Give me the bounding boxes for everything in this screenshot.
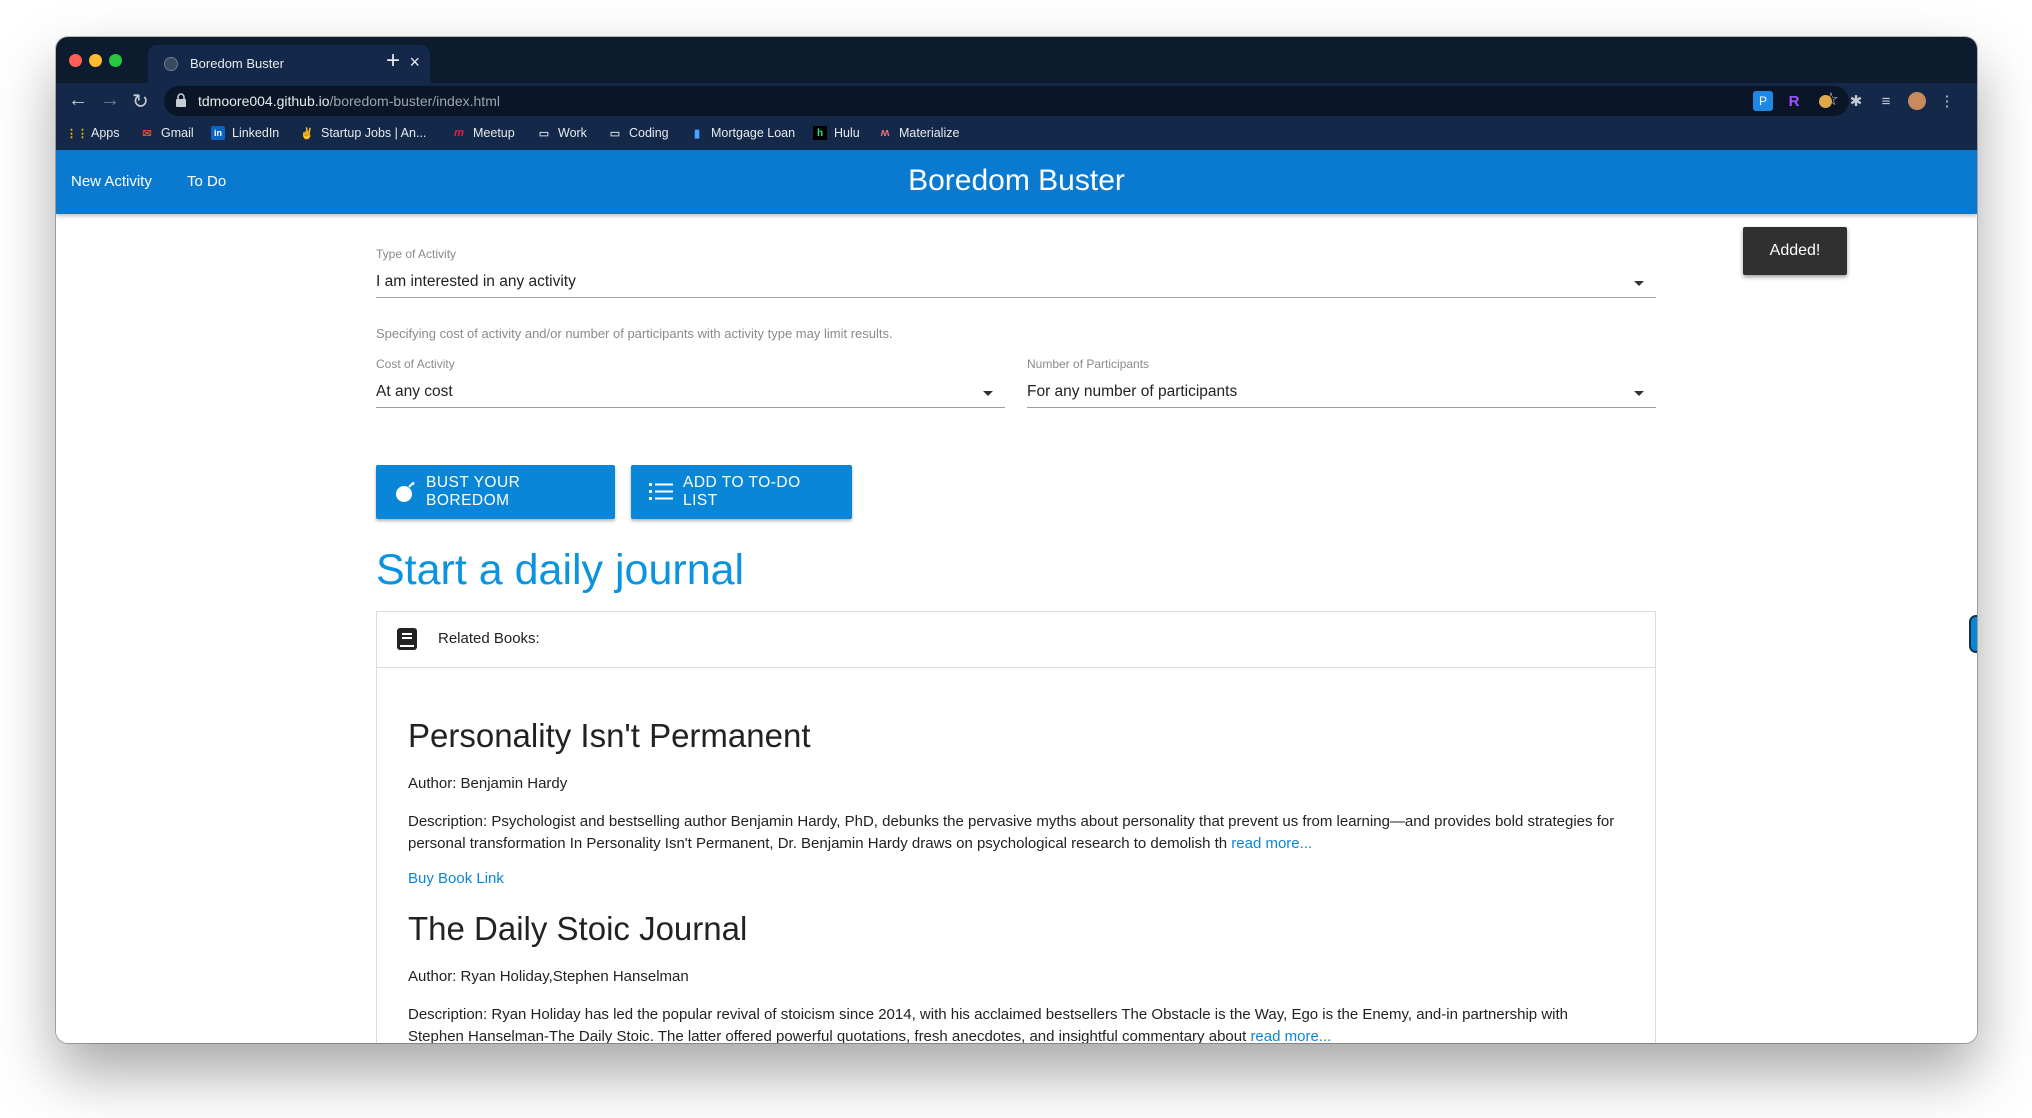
app-navbar: New Activity To Do Boredom Buster [56,150,1977,214]
bookmark-mortgage-loan[interactable]: ▮ Mortgage Loan [690,126,795,140]
bookmark-label: Apps [91,126,120,140]
folder-icon: ▭ [538,127,550,140]
list-icon [649,482,673,502]
bookmark-label: Hulu [834,126,860,140]
bookmarks-bar: ⋮⋮ Apps ✉ Gmail in LinkedIn ✌ Startup Jobs |… [56,119,1977,151]
meetup-icon: m [454,127,464,139]
browser-window: Boredom Buster × + ← → ↻ tdmoore004.gith… [56,37,1977,1043]
bookmark-hulu[interactable]: h Hulu [813,126,860,140]
hulu-icon: h [813,126,827,140]
back-icon[interactable]: ← [68,89,88,112]
extension-r-icon[interactable]: R [1784,91,1804,111]
url-text: tdmoore004.github.io/boredom-buster/inde… [198,93,500,109]
read-more-link[interactable]: read more... [1250,1028,1331,1043]
participants-value: For any number of participants [1027,383,1238,400]
book-title: The Daily Stoic Journal [408,910,748,947]
linkedin-icon: in [211,126,225,140]
bust-boredom-label: BUST YOUR BOREDOM [426,474,521,509]
address-bar[interactable]: tdmoore004.github.io/boredom-buster/inde… [164,86,1849,116]
bookmark-meetup[interactable]: m Meetup [452,126,515,140]
browser-toolbar: ← → ↻ tdmoore004.github.io/boredom-buste… [56,83,1977,119]
url-path: /boredom-buster/index.html [329,93,500,109]
book-title: Personality Isn't Permanent [408,717,811,754]
extension-cookie-icon[interactable] [1815,91,1835,111]
activity-type-select[interactable]: I am interested in any activity [376,267,1656,298]
reload-icon[interactable]: ↻ [132,89,149,114]
added-toast: Added! [1743,227,1847,275]
app-brand[interactable]: Boredom Buster [56,164,1977,198]
bomb-icon [394,481,416,503]
bookmark-coding[interactable]: ▭ Coding [608,126,669,140]
book-icon [397,628,417,655]
card-header: Related Books: [377,612,1655,668]
cost-select[interactable]: At any cost [376,377,1005,408]
cost-label: Cost of Activity [376,357,455,371]
dropdown-caret-icon [1634,281,1644,286]
bookmark-label: Meetup [473,126,515,140]
globe-icon [164,57,178,71]
bookmark-linkedin[interactable]: in LinkedIn [211,126,279,140]
profile-avatar[interactable] [1907,91,1927,111]
close-tab-icon[interactable]: × [409,52,420,73]
bookmark-label: Startup Jobs | An... [321,126,427,140]
page-viewport: New Activity To Do Boredom Buster Type o… [56,150,1977,1043]
extension-badge-icon[interactable]: P [1753,91,1773,111]
bookmark-label: LinkedIn [232,126,280,140]
book-description-text: Description: Ryan Holiday has led the po… [408,1006,1568,1043]
activity-title: Start a daily journal [376,546,745,594]
read-more-link[interactable]: read more... [1231,835,1312,852]
bookmark-work[interactable]: ▭ Work [537,126,587,140]
bust-boredom-button[interactable]: BUST YOUR BOREDOM [376,465,615,519]
filter-hint: Specifying cost of activity and/or numbe… [376,326,893,341]
add-to-todo-label: ADD TO TO-DO LIST [683,474,801,509]
url-host: tdmoore004.github.io [198,93,330,109]
bookmark-gmail[interactable]: ✉ Gmail [140,126,194,140]
bookmark-label: Mortgage Loan [711,126,796,140]
extensions-puzzle-icon[interactable]: ✱ [1846,91,1866,111]
dropdown-caret-icon [1634,391,1644,396]
bookmark-label: Materialize [899,126,960,140]
cost-value: At any cost [376,383,453,400]
zoom-window-button[interactable] [109,54,122,67]
add-to-todo-button[interactable]: ADD TO TO-DO LIST [631,465,852,519]
bookmark-label: Coding [629,126,669,140]
bookmark-label: Gmail [161,126,194,140]
bookmark-startup-jobs[interactable]: ✌ Startup Jobs | An... [300,126,426,140]
activity-type-value: I am interested in any activity [376,273,576,290]
bookmark-page-icon: ▮ [693,127,701,140]
gmail-icon: ✉ [142,127,152,140]
angellist-icon: ✌ [300,127,314,140]
related-books-label: Related Books: [438,630,540,647]
bookmark-materialize[interactable]: ʍ Materialize [878,126,960,140]
buy-book-link[interactable]: Buy Book Link [408,870,504,887]
tab-strip: Boredom Buster × + [56,37,1977,83]
new-tab-icon[interactable]: + [386,47,400,75]
lock-icon [176,93,186,107]
browser-menu-icon[interactable]: ⋮ [1937,91,1957,111]
materialize-icon: ʍ [880,127,890,139]
book-author: Author: Benjamin Hardy [408,775,568,792]
book-author: Author: Ryan Holiday,Stephen Hanselman [408,968,689,985]
close-window-button[interactable] [69,54,82,67]
participants-label: Number of Participants [1027,357,1150,371]
folder-icon: ▭ [609,127,621,140]
apps-grid-icon: ⋮⋮ [66,127,88,140]
related-books-card: Related Books: Personality Isn't Permane… [376,611,1656,1043]
forward-icon[interactable]: → [100,89,120,112]
participants-select[interactable]: For any number of participants [1027,377,1656,408]
type-label: Type of Activity [376,247,457,261]
bookmark-label: Work [558,126,587,140]
bookmark-apps[interactable]: ⋮⋮ Apps [66,126,120,140]
book-description: Description: Ryan Holiday has led the po… [408,1004,1628,1043]
minimize-window-button[interactable] [89,54,102,67]
dropdown-caret-icon [983,391,993,396]
reading-list-icon[interactable]: ≡ [1876,91,1896,111]
book-description: Description: Psychologist and bestsellin… [408,811,1628,855]
tab-title: Boredom Buster [190,56,284,71]
book-description-text: Description: Psychologist and bestsellin… [408,813,1615,852]
side-handle[interactable] [1969,615,1977,653]
